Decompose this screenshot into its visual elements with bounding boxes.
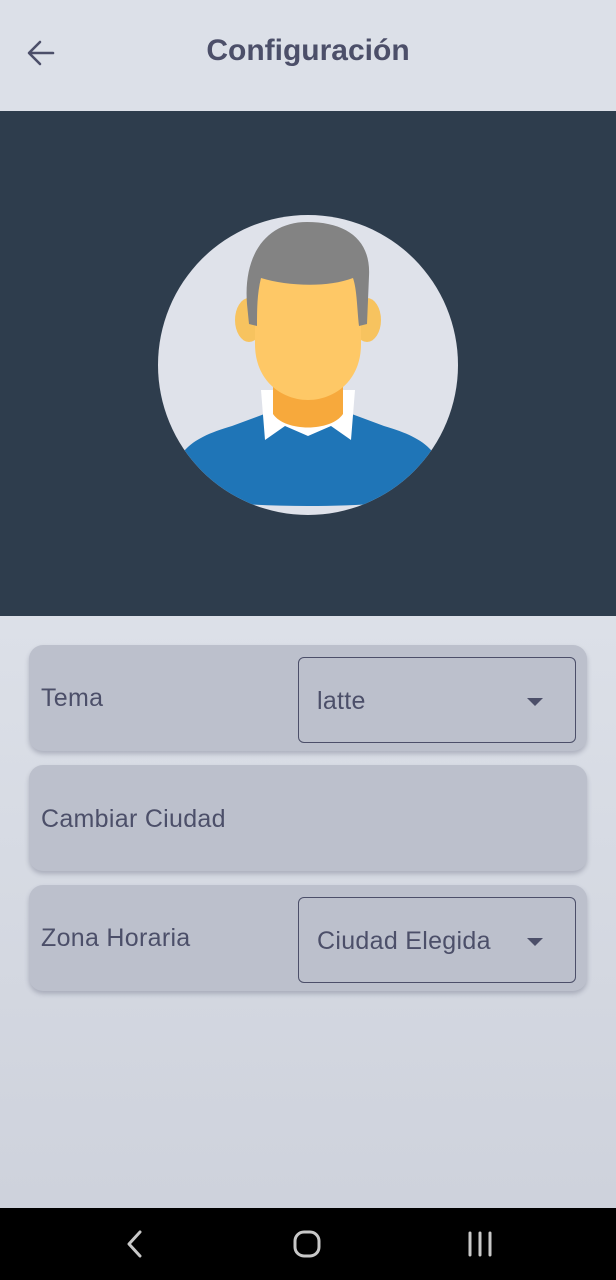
nav-back-button[interactable]: [105, 1222, 165, 1266]
settings-list: Tema latte Cambiar Ciudad Zona Horaria C…: [29, 645, 587, 1005]
timezone-label: Zona Horaria: [41, 924, 191, 952]
settings-screen: Configuración Tema latte Cambiar Ciudad …: [0, 0, 616, 1280]
nav-back-icon: [127, 1230, 142, 1258]
page-title: Configuración: [206, 34, 410, 67]
nav-recents-icon: [468, 1231, 492, 1257]
timezone-dropdown-value: Ciudad Elegida: [317, 927, 491, 955]
theme-dropdown-value: latte: [317, 687, 366, 715]
change-city-setting[interactable]: Cambiar Ciudad: [29, 765, 587, 871]
nav-recents-button[interactable]: [450, 1222, 510, 1266]
timezone-dropdown[interactable]: Ciudad Elegida: [298, 897, 576, 983]
theme-setting: Tema latte: [29, 645, 587, 751]
dropdown-arrow-icon: [527, 938, 543, 946]
dropdown-arrow-icon: [527, 698, 543, 706]
nav-home-button[interactable]: [277, 1222, 337, 1266]
user-avatar-icon: [158, 215, 458, 515]
nav-home-icon: [293, 1230, 321, 1258]
app-bar: Configuración: [0, 0, 616, 111]
profile-banner: [0, 111, 616, 616]
theme-dropdown[interactable]: latte: [298, 657, 576, 743]
change-city-label: Cambiar Ciudad: [41, 805, 226, 833]
theme-label: Tema: [41, 684, 104, 712]
system-nav-bar: [0, 1208, 616, 1280]
timezone-setting: Zona Horaria Ciudad Elegida: [29, 885, 587, 991]
